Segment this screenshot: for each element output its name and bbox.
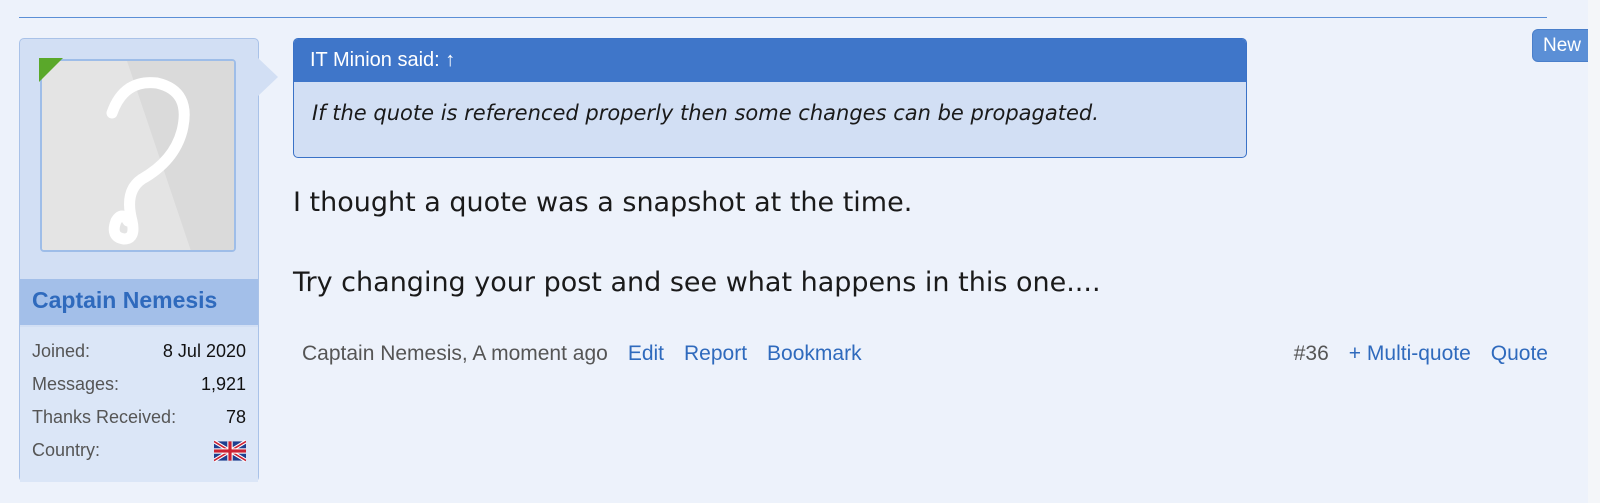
username-link[interactable]: Captain Nemesis <box>32 287 217 313</box>
extra-row-messages: Messages: 1,921 <box>32 368 246 401</box>
message-paragraph: Try changing your post and see what happ… <box>293 267 1101 298</box>
edit-link[interactable]: Edit <box>628 342 664 366</box>
joined-value: 8 Jul 2020 <box>162 341 246 361</box>
footer-left: Captain Nemesis, A moment ago Edit Repor… <box>302 342 862 366</box>
message-paragraph: I thought a quote was a snapshot at the … <box>293 187 913 218</box>
scrollbar[interactable] <box>1588 0 1600 503</box>
messages-label: Messages: <box>32 374 120 394</box>
username-bar: Captain Nemesis <box>20 279 258 325</box>
top-divider <box>19 17 1547 18</box>
country-label: Country: <box>32 440 101 460</box>
user-panel-arrow <box>258 58 278 96</box>
messages-value: 1,921 <box>200 374 246 394</box>
bookmark-link[interactable]: Bookmark <box>767 342 862 366</box>
avatar[interactable] <box>40 59 236 252</box>
quote-header: IT Minion said: ↑ <box>294 39 1246 82</box>
quote-author[interactable]: IT Minion said: <box>310 49 440 71</box>
quote-text: If the quote is referenced properly then… <box>312 101 1099 125</box>
user-extras: Joined: 8 Jul 2020 Messages: 1,921 Thank… <box>20 327 258 482</box>
report-link[interactable]: Report <box>684 342 747 366</box>
author-timestamp[interactable]: Captain Nemesis, A moment ago <box>302 342 608 366</box>
quote-block: IT Minion said: ↑ If the quote is refere… <box>293 38 1247 158</box>
message-body: I thought a quote was a snapshot at the … <box>293 186 1101 300</box>
default-avatar-question-icon <box>42 61 234 250</box>
thanks-label: Thanks Received: <box>32 407 177 427</box>
uk-flag-icon <box>214 439 246 462</box>
thanks-value: 78 <box>225 407 246 427</box>
joined-label: Joined: <box>32 341 91 361</box>
extra-row-country: Country: <box>32 434 246 467</box>
footer-right: #36 + Multi-quote Quote <box>1294 342 1548 366</box>
extra-row-thanks: Thanks Received: 78 <box>32 401 246 434</box>
post-number-link[interactable]: #36 <box>1294 342 1329 366</box>
online-status-icon <box>39 58 63 82</box>
jump-to-quote-arrow-icon[interactable]: ↑ <box>445 49 455 71</box>
user-panel: Captain Nemesis Joined: 8 Jul 2020 Messa… <box>19 38 259 482</box>
post-footer: Captain Nemesis, A moment ago Edit Repor… <box>302 342 1548 372</box>
extra-row-joined: Joined: 8 Jul 2020 <box>32 335 246 368</box>
multi-quote-button[interactable]: + Multi-quote <box>1349 342 1471 366</box>
quote-button[interactable]: Quote <box>1491 342 1548 366</box>
